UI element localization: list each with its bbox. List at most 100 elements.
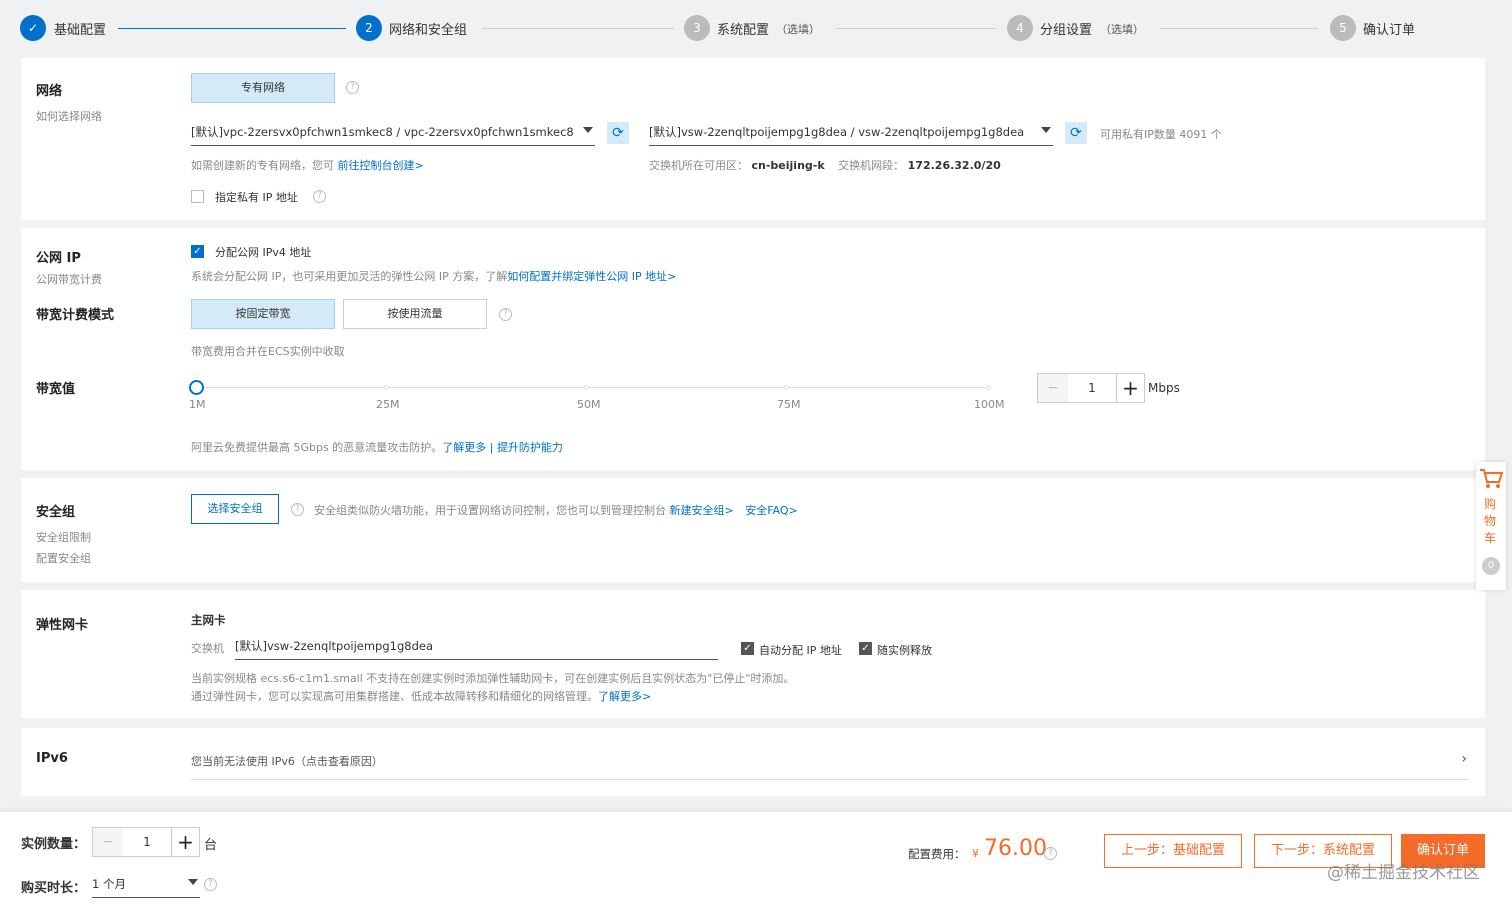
minus-icon[interactable]: − [1038,374,1068,402]
eni-note-1: 当前实例规格 ecs.s6-c1m1.small 不支持在创建实例时添加弹性辅助… [191,672,795,685]
help-icon[interactable]: ? [204,878,217,891]
eni-switch-field[interactable]: [默认]vsw-2zenqltpoijempg1g8dea [235,636,718,660]
vswitch-info: 交换机所在可用区： cn-beijing-k 交换机网段： 172.26.32.… [649,157,1001,173]
security-group-section: 安全组 安全组限制 配置安全组 选择安全组 ? 安全组类似防火墙功能，用于设置网… [21,478,1485,582]
bandwidth-slider-track[interactable] [196,387,991,388]
private-ip-checkbox[interactable] [191,190,204,203]
network-help-link[interactable]: 如何选择网络 [36,108,102,124]
select-security-group-button[interactable]: 选择安全组 [191,494,279,524]
step-4-optional: （选填） [1100,23,1144,36]
step-2-number: 2 [356,15,382,41]
create-vpc-link[interactable]: 前往控制台创建> [338,159,424,172]
step-4-label[interactable]: 分组设置 [1040,19,1092,38]
ipv6-section: IPv6 您当前无法使用 IPv6（点击查看原因） › [21,728,1485,796]
minus-icon[interactable]: − [93,828,123,856]
fee-label: 配置费用： [908,847,966,861]
shopping-cart-float[interactable]: 购物车 0 [1476,462,1506,590]
eip-guide-link[interactable]: 如何配置并绑定弹性公网 IP 地址> [507,270,676,283]
duration-select[interactable]: 1 个月 [92,874,200,898]
help-icon[interactable]: ? [313,190,326,203]
help-icon[interactable]: ? [1044,847,1057,860]
slider-tick-label: 50M [577,398,601,411]
assign-ipv4-label: 分配公网 IPv4 地址 [215,246,312,259]
slider-dot [784,385,789,390]
eni-switch-value: [默认]vsw-2zenqltpoijempg1g8dea [235,639,434,653]
vpc-select[interactable]: [默认]vpc-2zersvx0pfchwn1smkec8 / vpc-2zer… [191,122,595,146]
release-with-instance-checkbox[interactable]: ✓ [859,642,872,655]
security-group-limit-link[interactable]: 安全组限制 [36,529,91,545]
chevron-right-icon: › [1461,751,1467,767]
bandwidth-slider-handle[interactable] [189,380,204,395]
security-group-config-link[interactable]: 配置安全组 [36,550,91,566]
refresh-icon[interactable]: ⟳ [1065,122,1087,144]
security-group-desc: 安全组类似防火墙功能，用于设置网络访问控制，您也可以到管理控制台 新建安全组> … [314,502,798,518]
slider-dot [986,385,991,390]
assign-ipv4-checkbox[interactable]: ✓ [191,245,204,258]
bandwidth-stepper[interactable]: − 1 + [1037,373,1145,403]
primary-nic-label: 主网卡 [191,613,226,627]
public-ip-help-link[interactable]: 公网带宽计费 [36,271,102,287]
billing-fixed-button[interactable]: 按固定带宽 [191,299,335,329]
step-3-label[interactable]: 系统配置 [717,19,769,38]
security-group-title: 安全组 [36,505,76,520]
price-value: 76.00 [984,836,1047,861]
auto-ip-checkbox[interactable]: ✓ [741,642,754,655]
bandwidth-value[interactable]: 1 [1068,374,1116,402]
public-ip-title: 公网 IP [36,251,81,266]
step-5-label[interactable]: 确认订单 [1363,19,1415,38]
refresh-icon[interactable]: ⟳ [607,122,629,144]
upgrade-protection-link[interactable]: 提升防护能力 [497,441,563,454]
step-1-label[interactable]: 基础配置 [54,19,106,38]
step-4-number: 4 [1007,15,1033,41]
eni-title: 弹性网卡 [36,618,89,633]
step-5-number: 5 [1330,15,1356,41]
learn-more-link[interactable]: 了解更多 [442,441,486,454]
help-icon[interactable]: ? [346,81,359,94]
help-icon[interactable]: ? [499,308,512,321]
help-icon[interactable]: ? [291,503,304,516]
vswitch-select-value: [默认]vsw-2zenqltpoijempg1g8dea / vsw-2zen… [649,125,1025,139]
create-vpc-hint: 如需创建新的专有网络，您可 前往控制台创建> [191,157,424,173]
chevron-down-icon [583,127,593,133]
cart-icon [1480,469,1503,488]
slider-tick-label: 100M [974,398,1005,411]
plus-icon[interactable]: + [171,828,199,856]
cidr-label: 交换机网段： [838,159,905,172]
link-separator: | [489,441,494,454]
plus-icon[interactable]: + [1116,374,1144,402]
order-footer: 实例数量： − 1 + 台 购买时长： 1 个月 ? 配置费用： ¥ 76.00… [0,812,1512,904]
vpc-select-value: [默认]vpc-2zersvx0pfchwn1smkec8 / vpc-2zer… [191,125,574,139]
ipv6-expand-row[interactable]: 您当前无法使用 IPv6（点击查看原因） › [191,746,1469,780]
bandwidth-unit: Mbps [1148,381,1180,395]
network-title: 网络 [36,84,63,99]
new-security-group-link[interactable]: 新建安全组> [670,504,734,517]
prev-step-button[interactable]: 上一步：基础配置 [1104,834,1242,868]
chevron-down-icon [1041,127,1051,133]
cidr-value: 172.26.32.0/20 [907,159,1001,172]
step-connector [1160,28,1318,29]
network-section: 网络 如何选择网络 专有网络 ? [默认]vpc-2zersvx0pfchwn1… [21,58,1485,220]
step-3-number: 3 [684,15,710,41]
ddos-note-text: 阿里云免费提供最高 5Gbps 的恶意流量攻击防护。 [191,441,443,454]
security-faq-link[interactable]: 安全FAQ> [745,504,798,517]
vpc-type-button[interactable]: 专有网络 [191,73,335,103]
duration-label: 购买时长： [21,881,87,896]
billing-note: 带宽费用合并在ECS实例中收取 [191,345,345,358]
eni-learn-more-link[interactable]: 了解更多> [598,690,651,703]
slider-dot [384,385,389,390]
auto-ip-label: 自动分配 IP 地址 [759,644,842,657]
billing-traffic-button[interactable]: 按使用流量 [343,299,487,329]
slider-dot [584,385,589,390]
watermark: @稀土掘金技术社区 [1327,863,1480,883]
step-connector [836,28,996,29]
instance-count-stepper[interactable]: − 1 + [92,827,200,857]
public-ip-section: 公网 IP 公网带宽计费 ✓ 分配公网 IPv4 地址 系统会分配公网 IP，也… [21,228,1485,470]
private-ip-label: 指定私有 IP 地址 [215,191,298,204]
vswitch-select[interactable]: [默认]vsw-2zenqltpoijempg1g8dea / vsw-2zen… [649,122,1053,146]
zone-value: cn-beijing-k [751,159,825,172]
currency-symbol: ¥ [972,847,979,860]
duration-value: 1 个月 [92,877,126,891]
slider-tick-label: 1M [189,398,206,411]
instance-count-value[interactable]: 1 [123,828,171,856]
step-1-check-icon: ✓ [20,15,46,41]
